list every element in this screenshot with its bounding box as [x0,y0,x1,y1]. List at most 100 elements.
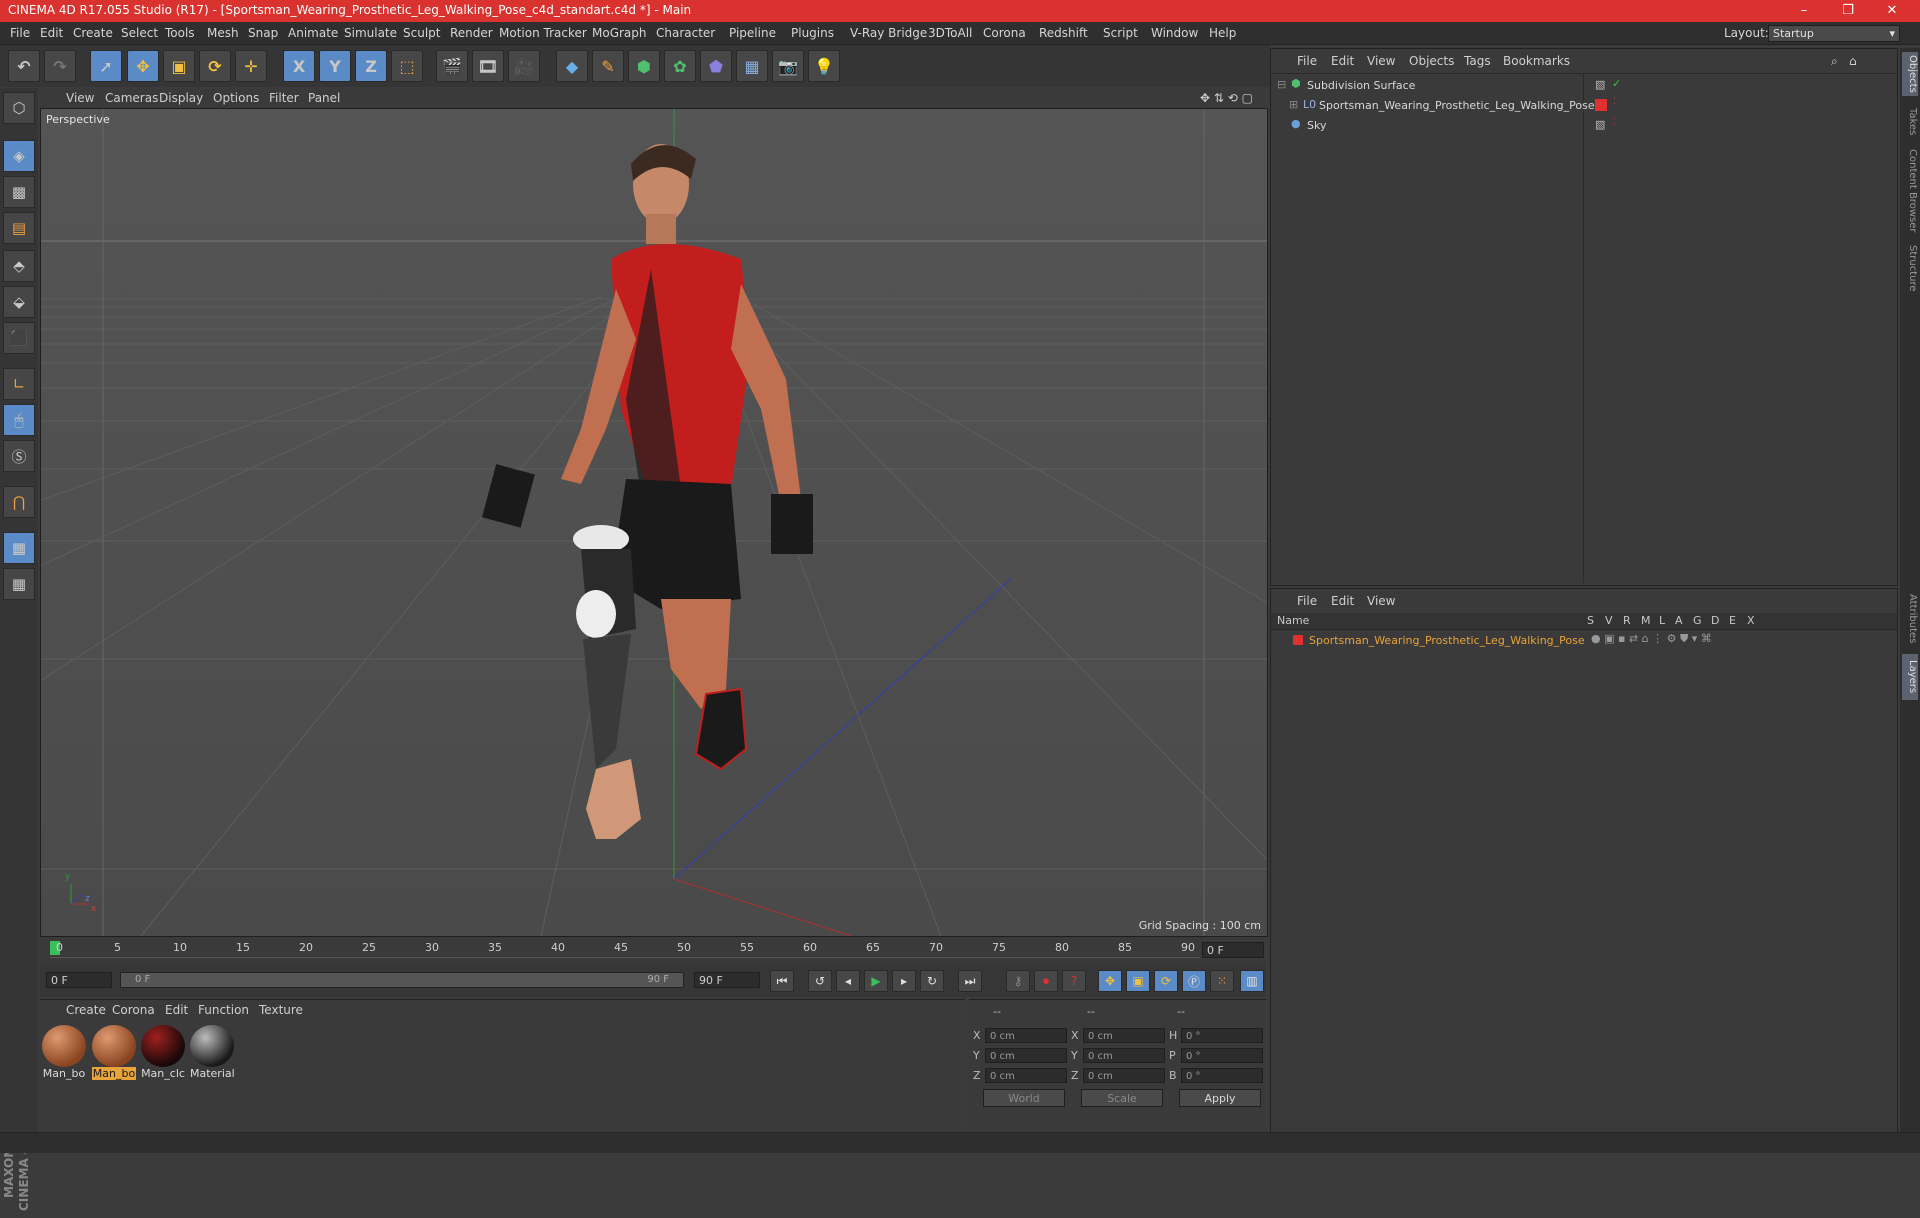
search-icon[interactable]: ⌕ [1831,54,1838,69]
tweak-mode-button[interactable]: 🖱 [3,404,35,436]
frame-range-slider[interactable]: 0 F 90 F [120,972,684,988]
autokey-button[interactable]: ⏺ [1034,970,1058,992]
object-row-subdivision-surface[interactable]: ⊟ ⬢ Subdivision Surface ▧ ✓ [1275,77,1895,95]
rot-p-field[interactable]: 0 ° [1181,1048,1263,1063]
layer-row-sportsman[interactable]: Sportsman_Wearing_Prosthetic_Leg_Walking… [1275,632,1895,650]
timeline-window-button[interactable]: ▥ [1240,970,1264,992]
layers-menu-edit[interactable]: Edit [1331,594,1354,608]
next-key-button[interactable]: ↻ [920,970,944,992]
rot-b-field[interactable]: 0 ° [1181,1068,1263,1083]
layer-tag-icon[interactable]: ▧ [1595,78,1605,91]
menu-pipeline[interactable]: Pipeline [729,26,776,40]
key-parameter-button[interactable]: Ⓟ [1182,970,1206,992]
render-picture-viewer-button[interactable]: 🎞 [472,50,504,82]
material-menu-edit[interactable]: Edit [165,1003,188,1017]
texture-mode-button[interactable]: ▩ [3,176,35,208]
material-menu-create[interactable]: Create [66,1003,106,1017]
end-frame-field[interactable]: 90 F [694,972,760,988]
menu-window[interactable]: Window [1151,26,1198,40]
record-keys-button[interactable]: ⚷ [1006,970,1030,992]
planar-workplane-button[interactable]: ▦ [3,568,35,600]
menu-animate[interactable]: Animate [288,26,338,40]
keyframe-selection-button[interactable]: ? [1062,970,1086,992]
undo-button[interactable]: ↶ [8,50,40,82]
add-array-button[interactable]: ✿ [664,50,696,82]
visibility-dots-icon[interactable]: ⁚ [1613,117,1616,127]
material-menu-function[interactable]: Function [198,1003,249,1017]
layout-select[interactable]: Startup ▾ [1768,25,1900,42]
make-editable-button[interactable]: ⬡ [3,92,35,124]
menu-sculpt[interactable]: Sculpt [403,26,440,40]
viewport-nav-icons[interactable]: ✥ ⇅ ⟲ ▢ [1200,91,1253,105]
home-icon[interactable]: ⌂ [1849,54,1857,68]
workplane-lock-button[interactable]: ▦ [3,532,35,564]
menu-edit[interactable]: Edit [40,26,63,40]
layer-tag-icon[interactable]: ▧ [1595,118,1605,131]
maximize-button[interactable]: ❐ [1826,0,1870,22]
add-cube-button[interactable]: ◆ [556,50,588,82]
enabled-check-icon[interactable]: ✓ [1612,77,1621,90]
menu-tools[interactable]: Tools [165,26,195,40]
objects-menu-file[interactable]: File [1297,54,1317,68]
menu-corona[interactable]: Corona [983,26,1026,40]
menu-motion-tracker[interactable]: Motion Tracker [499,26,587,40]
material-swatch-man-body-2[interactable]: Man_bo [92,1025,136,1081]
material-swatch-material[interactable]: Material [190,1025,234,1081]
material-menu-corona[interactable]: Corona [112,1003,155,1017]
snap-button[interactable]: ⋂ [3,486,35,518]
coordinate-space-select[interactable]: World [983,1089,1065,1107]
pos-y-field[interactable]: 0 cm [985,1048,1067,1063]
menu-character[interactable]: Character [656,26,715,40]
viewport-menu-panel[interactable]: Panel [308,91,340,105]
recent-tool-button[interactable]: ✛ [235,50,267,82]
menu-select[interactable]: Select [121,26,158,40]
viewport-menu-filter[interactable]: Filter [269,91,299,105]
apply-button[interactable]: Apply [1179,1089,1261,1107]
start-frame-field[interactable]: 0 F [46,972,112,988]
objects-menu-bookmarks[interactable]: Bookmarks [1503,54,1570,68]
viewport-menu-display[interactable]: Display [159,91,203,105]
edges-mode-button[interactable]: ⬙ [3,286,35,318]
object-row-sportsman[interactable]: ⊞ L0 Sportsman_Wearing_Prosthetic_Leg_Wa… [1275,97,1895,115]
layers-menu-file[interactable]: File [1297,594,1317,608]
perspective-viewport[interactable]: Perspective y z x Grid Spacing : 100 cm [40,108,1268,937]
add-spline-button[interactable]: ✎ [592,50,624,82]
menu-help[interactable]: Help [1209,26,1236,40]
timeline-ruler[interactable]: 0 5 10 15 20 25 30 35 40 45 50 55 60 65 … [40,937,1266,963]
objects-menu-tags[interactable]: Tags [1464,54,1491,68]
menu-snap[interactable]: Snap [248,26,278,40]
menu-3dtoall[interactable]: 3DToAll [928,26,972,40]
menu-redshift[interactable]: Redshift [1039,26,1088,40]
tab-layers[interactable]: Layers [1902,654,1918,700]
z-axis-lock-button[interactable]: Z [355,50,387,82]
size-y-field[interactable]: 0 cm [1083,1048,1165,1063]
play-button[interactable]: ▶ [864,970,888,992]
rot-h-field[interactable]: 0 ° [1181,1028,1263,1043]
menu-render[interactable]: Render [450,26,493,40]
axis-mode-button[interactable]: ∟ [3,368,35,400]
material-menu-texture[interactable]: Texture [259,1003,303,1017]
objects-menu-edit[interactable]: Edit [1331,54,1354,68]
go-to-end-button[interactable]: ⏭ [958,970,982,992]
size-z-field[interactable]: 0 cm [1083,1068,1165,1083]
key-pla-button[interactable]: ⁙ [1210,970,1234,992]
scale-tool-button[interactable]: ▣ [163,50,195,82]
menu-plugins[interactable]: Plugins [791,26,834,40]
menu-vray-bridge[interactable]: V-Ray Bridge [850,26,927,40]
add-floor-button[interactable]: ▦ [736,50,768,82]
objects-menu-view[interactable]: View [1367,54,1395,68]
solo-button[interactable]: Ⓢ [3,440,35,472]
key-rotation-button[interactable]: ⟳ [1154,970,1178,992]
menu-create[interactable]: Create [73,26,113,40]
points-mode-button[interactable]: ⬘ [3,250,35,282]
close-button[interactable]: ✕ [1870,0,1914,22]
redo-button[interactable]: ↷ [44,50,76,82]
size-mode-select[interactable]: Scale [1081,1089,1163,1107]
viewport-menu-view[interactable]: View [66,91,94,105]
x-axis-lock-button[interactable]: X [283,50,315,82]
menu-script[interactable]: Script [1103,26,1138,40]
tab-content-browser[interactable]: Content Browser [1902,146,1918,236]
menu-mesh[interactable]: Mesh [207,26,239,40]
layer-flag-icons[interactable]: ● ▣ ▪ ⇄ ⌂ ⋮ ⚙ ⛊ ▾ ⌘ [1591,632,1712,646]
material-swatch-man-cloth[interactable]: Man_clc [141,1025,185,1081]
